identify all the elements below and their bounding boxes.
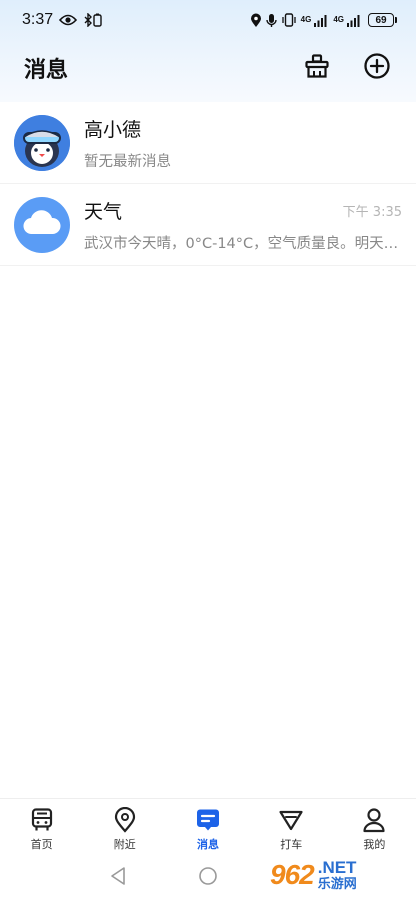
- nav-item-home[interactable]: 首页: [0, 799, 83, 856]
- message-list: 高小德 暂无最新消息 天气 下午 3:35 武汉市今天晴，0°C-14°C，空气…: [0, 102, 416, 266]
- watermark-right: .NET 乐游网: [318, 859, 357, 891]
- nav-item-nearby[interactable]: 附近: [83, 799, 166, 856]
- network-label-2: 4G: [333, 14, 344, 24]
- home-button[interactable]: [196, 866, 220, 890]
- nav-label: 首页: [30, 837, 53, 851]
- nav-item-taxi[interactable]: 打车: [250, 799, 333, 856]
- signal-icon-2: [346, 14, 362, 27]
- cloud-icon: [22, 209, 62, 241]
- home-circle-icon: [198, 866, 218, 890]
- list-item-weather[interactable]: 天气 下午 3:35 武汉市今天晴，0°C-14°C，空气质量良。明天晴，0°C…: [0, 184, 416, 266]
- clear-sweep-icon: [304, 53, 330, 83]
- signal-icon: [313, 14, 329, 27]
- plus-circle-icon: [363, 52, 391, 84]
- weather-avatar: [14, 196, 70, 253]
- message-header: 天气 下午 3:35: [84, 197, 402, 224]
- message-body: 天气 下午 3:35 武汉市今天晴，0°C-14°C，空气质量良。明天晴，0°C…: [84, 197, 402, 253]
- nav-item-mine[interactable]: 我的: [333, 799, 416, 856]
- message-preview: 暂无最新消息: [84, 153, 171, 170]
- location-icon: [250, 13, 262, 28]
- status-right: 4G 4G 69: [250, 13, 397, 28]
- page-title: 消息: [24, 58, 69, 83]
- battery-indicator: 69: [368, 13, 397, 27]
- nav-label: 我的: [363, 837, 386, 851]
- person-icon: [360, 806, 388, 834]
- list-item-gaoxiaode[interactable]: 高小德 暂无最新消息: [0, 102, 416, 184]
- taxi-icon: [277, 806, 305, 834]
- bus-icon: [28, 806, 56, 834]
- watermark-logo: 962 .NET 乐游网: [270, 852, 410, 898]
- message-body: 高小德 暂无最新消息: [84, 115, 402, 171]
- location-pin-icon: [111, 806, 139, 834]
- bluetooth-battery-icon: [83, 13, 103, 27]
- watermark-main: 962: [270, 859, 315, 890]
- back-button[interactable]: [106, 866, 130, 890]
- battery-level: 69: [375, 14, 387, 26]
- status-time: 3:37: [22, 11, 54, 28]
- nav-label: 附近: [113, 837, 136, 851]
- microphone-icon: [265, 13, 277, 28]
- back-triangle-icon: [109, 866, 127, 890]
- network-label-1: 4G: [300, 14, 312, 24]
- watermark-sub: 乐游网: [317, 877, 357, 892]
- watermark-net: .NET: [317, 858, 357, 877]
- nav-item-messages[interactable]: 消息: [166, 799, 249, 856]
- nav-label: 打车: [280, 837, 303, 851]
- add-button[interactable]: [362, 53, 392, 83]
- message-time: 下午 3:35: [342, 204, 402, 220]
- clear-messages-button[interactable]: [302, 53, 332, 83]
- status-bar: 3:37 4G 4G 69: [0, 0, 416, 40]
- nav-label: 消息: [197, 837, 219, 851]
- message-sender: 高小德: [84, 118, 142, 141]
- status-left: 3:37: [22, 11, 103, 29]
- penguin-mascot-avatar: [14, 114, 70, 171]
- page-header: 消息: [0, 40, 416, 96]
- message-icon: [194, 806, 222, 834]
- message-sender: 天气: [84, 200, 123, 223]
- vibrate-icon: [281, 13, 297, 27]
- header-actions: [302, 53, 392, 83]
- eye-icon: [59, 14, 78, 26]
- bottom-nav: 首页 附近 消息 打车 我的: [0, 798, 416, 856]
- message-preview: 武汉市今天晴，0°C-14°C，空气质量良。明天晴，0°C-14°C: [84, 235, 402, 252]
- message-header: 高小德: [84, 115, 402, 142]
